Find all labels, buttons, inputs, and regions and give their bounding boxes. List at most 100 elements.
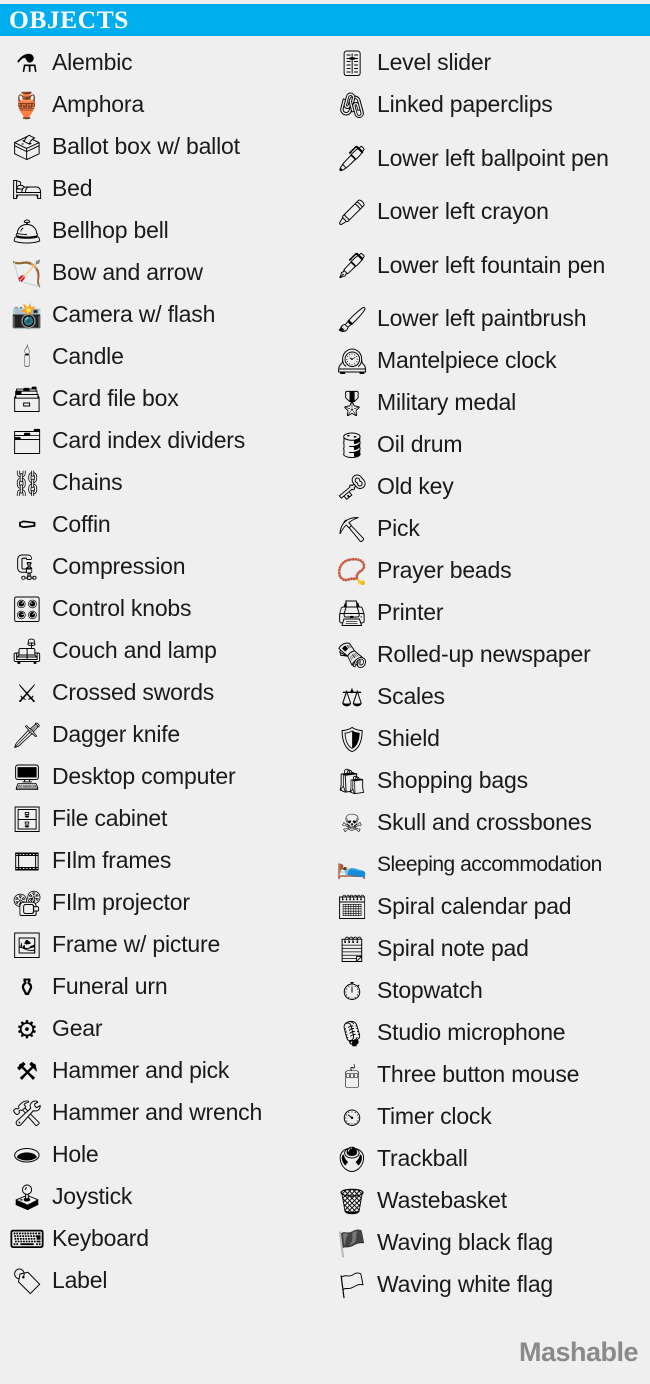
list-item-label: Stopwatch xyxy=(377,977,483,1004)
list-item: 🗄 File cabinet xyxy=(8,798,325,840)
list-item-label: Mantelpiece clock xyxy=(377,347,557,374)
list-item-label: Bow and arrow xyxy=(52,259,203,286)
list-item-label: Oil drum xyxy=(377,431,463,458)
list-item: 🕯 Candle xyxy=(8,336,325,378)
timer-clock-icon: ⏲ xyxy=(342,1102,362,1132)
list-item: ⚖ Scales xyxy=(333,676,650,718)
amphora-icon: 🏺 xyxy=(11,90,43,120)
list-item: 🕳 Hole xyxy=(8,1134,325,1176)
list-item-label: Prayer beads xyxy=(377,557,512,584)
list-item-label: Linked paperclips xyxy=(377,91,553,118)
waving-white-flag-icon: 🏳 xyxy=(336,1270,368,1300)
list-item-label: Printer xyxy=(377,599,444,626)
objects-emoji-reference-card: OBJECTS ⚗ Alembic 🏺 Amphora 🗳 Ballot box w/ b… xyxy=(0,0,650,1384)
candle-icon: 🕯 xyxy=(23,342,31,372)
shopping-bags-icon: 🛍 xyxy=(336,766,368,796)
list-item-label: Bellhop bell xyxy=(52,217,169,244)
right-column: 🎚 Level slider 🖇 Linked paperclips 🖊 Lower le… xyxy=(325,36,650,1306)
list-item-label: Desktop computer xyxy=(52,763,236,790)
list-item-label: Pick xyxy=(377,515,420,542)
list-item: 🏷 Label xyxy=(8,1260,325,1302)
list-item-label: Spiral note pad xyxy=(377,935,529,962)
lower-left-crayon-icon: 🖍 xyxy=(336,197,368,227)
list-item: ⚗ Alembic xyxy=(8,42,325,84)
list-item: 🗞 Rolled-up newspaper xyxy=(333,634,650,676)
lower-left-paintbrush-icon: 🖌 xyxy=(336,304,368,334)
list-item: 🖌 Lower left paintbrush xyxy=(333,298,650,340)
stopwatch-icon: ⏱ xyxy=(342,976,362,1006)
trackball-icon: 🖲 xyxy=(336,1144,368,1174)
gear-icon: ⚙ xyxy=(15,1014,39,1044)
columns-container: ⚗ Alembic 🏺 Amphora 🗳 Ballot box w/ ballot 🛏 Be… xyxy=(0,36,650,1306)
list-item: 📸 Camera w/ flash xyxy=(8,294,325,336)
list-item: 🎛 Control knobs xyxy=(8,588,325,630)
list-item: ⚱ Funeral urn xyxy=(8,966,325,1008)
list-item: 🗡 Dagger knife xyxy=(8,714,325,756)
list-item-label: Skull and crossbones xyxy=(377,809,592,836)
list-item: 🖼 Frame w/ picture xyxy=(8,924,325,966)
list-item-label: Dagger knife xyxy=(52,721,181,748)
list-item-label: Keyboard xyxy=(52,1225,149,1252)
list-item-label: Level slider xyxy=(377,49,491,76)
list-item-label: Candle xyxy=(52,343,124,370)
list-item-label: FIlm projector xyxy=(52,889,190,916)
list-item: 📿 Prayer beads xyxy=(333,550,650,592)
desktop-computer-icon: 🖥 xyxy=(11,762,43,792)
hole-icon: 🕳 xyxy=(11,1140,43,1170)
list-item-label: Card index dividers xyxy=(52,427,246,454)
list-item: ⌨ Keyboard xyxy=(8,1218,325,1260)
list-item-label: Hammer and wrench xyxy=(52,1099,263,1126)
list-item-label: Camera w/ flash xyxy=(52,301,216,328)
printer-icon: 🖨 xyxy=(336,598,368,628)
list-item: 🗃 Card file box xyxy=(8,378,325,420)
list-item: 🕹 Joystick xyxy=(8,1176,325,1218)
list-item-label: Rolled-up newspaper xyxy=(377,641,591,668)
camera-with-flash-icon: 📸 xyxy=(11,300,43,330)
list-item: 🗜 Compression xyxy=(8,546,325,588)
list-item-label: Control knobs xyxy=(52,595,192,622)
list-item: 🗂 Card index dividers xyxy=(8,420,325,462)
film-frames-icon: 🎞 xyxy=(11,846,43,876)
list-item: 🏳 Waving white flag xyxy=(333,1264,650,1306)
list-item-label: Lower left crayon xyxy=(377,198,549,225)
wastebasket-icon: 🗑 xyxy=(336,1186,368,1216)
list-item: 🖲 Trackball xyxy=(333,1138,650,1180)
list-item: 🗒 Spiral note pad xyxy=(333,928,650,970)
list-item: 🏹 Bow and arrow xyxy=(8,252,325,294)
list-item: ⚔ Crossed swords xyxy=(8,672,325,714)
old-key-icon: 🗝 xyxy=(336,472,368,502)
list-item-label: Coffin xyxy=(52,511,111,538)
three-button-mouse-icon: 🖱 xyxy=(344,1060,360,1090)
couch-and-lamp-icon: 🛋 xyxy=(11,636,43,666)
list-item: 📽 FIlm projector xyxy=(8,882,325,924)
list-item: ⛏ Pick xyxy=(333,508,650,550)
level-slider-icon: 🎚 xyxy=(336,48,368,78)
pick-icon: ⛏ xyxy=(336,514,368,544)
list-item-label: Funeral urn xyxy=(52,973,168,1000)
list-item-label: File cabinet xyxy=(52,805,168,832)
list-item-label: Frame w/ picture xyxy=(52,931,221,958)
list-item-label: FIlm frames xyxy=(52,847,172,874)
military-medal-icon: 🎖 xyxy=(336,388,368,418)
list-item: 🎚 Level slider xyxy=(333,42,650,84)
bow-and-arrow-icon: 🏹 xyxy=(11,258,43,288)
list-item: 🛠 Hammer and wrench xyxy=(8,1092,325,1134)
label-icon: 🏷 xyxy=(11,1266,43,1296)
list-item: 🛋 Couch and lamp xyxy=(8,630,325,672)
list-item-label: Spiral calendar pad xyxy=(377,893,572,920)
card-file-box-icon: 🗃 xyxy=(11,384,43,414)
list-item-label: Scales xyxy=(377,683,445,710)
list-item-label: Old key xyxy=(377,473,454,500)
list-item-label: Studio microphone xyxy=(377,1019,566,1046)
list-item-label: Trackball xyxy=(377,1145,468,1172)
bellhop-bell-icon: 🛎 xyxy=(11,216,43,246)
list-item-label: Waving white flag xyxy=(377,1271,553,1298)
oil-drum-icon: 🛢 xyxy=(336,430,368,460)
list-item: 🗑 Wastebasket xyxy=(333,1180,650,1222)
dagger-knife-icon: 🗡 xyxy=(11,720,43,750)
list-item-label: Lower left paintbrush xyxy=(377,305,587,332)
list-item: 🗓 Spiral calendar pad xyxy=(333,886,650,928)
lower-left-ballpoint-pen-icon: 🖊 xyxy=(336,144,368,173)
list-item-label: Joystick xyxy=(52,1183,133,1210)
shield-icon: 🛡 xyxy=(336,724,368,754)
